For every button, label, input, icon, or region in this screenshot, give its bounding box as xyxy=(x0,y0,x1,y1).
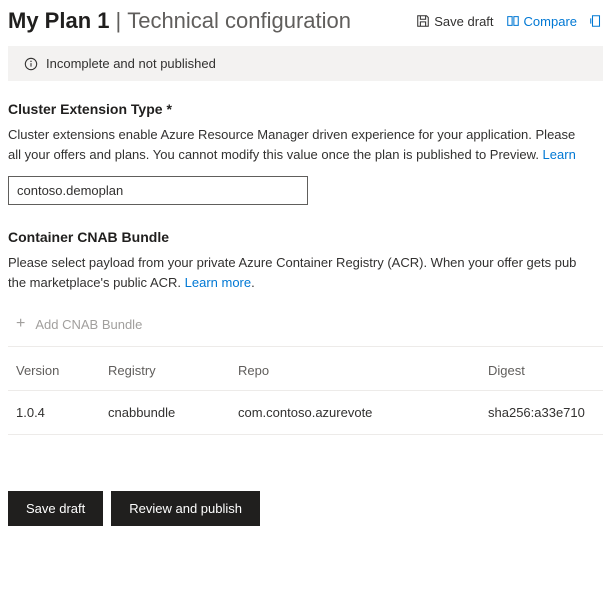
page-title: Technical configuration xyxy=(127,8,351,34)
action-icon xyxy=(589,14,603,28)
save-draft-header-button[interactable]: Save draft xyxy=(416,14,493,29)
col-version: Version xyxy=(8,349,108,391)
title-divider: | xyxy=(115,8,121,34)
save-icon xyxy=(416,14,430,28)
save-draft-button[interactable]: Save draft xyxy=(8,491,103,526)
cell-repo: com.contoso.azurevote xyxy=(238,391,488,435)
cluster-extension-type-input[interactable] xyxy=(8,176,308,205)
table-row: 1.0.4 cnabbundle com.contoso.azurevote s… xyxy=(8,391,603,435)
cluster-ext-heading: Cluster Extension Type * xyxy=(8,101,603,117)
cnab-learn-link[interactable]: Learn more xyxy=(185,275,251,290)
compare-button[interactable]: Compare xyxy=(506,14,577,29)
add-cnab-bundle-button[interactable]: + Add CNAB Bundle xyxy=(8,304,603,347)
page-header: My Plan 1 | Technical configuration Save… xyxy=(0,0,611,42)
header-actions: Save draft Compare xyxy=(416,14,603,29)
col-registry: Registry xyxy=(108,349,238,391)
plus-icon: + xyxy=(16,316,25,332)
status-banner: Incomplete and not published xyxy=(8,46,603,81)
truncated-action[interactable] xyxy=(589,14,603,28)
cell-registry: cnabbundle xyxy=(108,391,238,435)
col-repo: Repo xyxy=(238,349,488,391)
required-indicator: * xyxy=(166,101,171,117)
cnab-heading: Container CNAB Bundle xyxy=(8,229,603,245)
add-cnab-label: Add CNAB Bundle xyxy=(35,317,142,332)
info-icon xyxy=(24,57,38,71)
cluster-ext-desc: Cluster extensions enable Azure Resource… xyxy=(8,125,603,164)
breadcrumb: My Plan 1 | Technical configuration xyxy=(8,8,416,34)
cell-version: 1.0.4 xyxy=(8,391,108,435)
status-text: Incomplete and not published xyxy=(46,56,216,71)
col-digest: Digest xyxy=(488,349,603,391)
cnab-table: Version Registry Repo Digest 1.0.4 cnabb… xyxy=(8,349,603,435)
compare-icon xyxy=(506,14,520,28)
footer-actions: Save draft Review and publish xyxy=(0,491,611,526)
compare-label: Compare xyxy=(524,14,577,29)
save-draft-header-label: Save draft xyxy=(434,14,493,29)
review-publish-button[interactable]: Review and publish xyxy=(111,491,260,526)
table-header-row: Version Registry Repo Digest xyxy=(8,349,603,391)
plan-name: My Plan 1 xyxy=(8,8,109,34)
cluster-learn-link[interactable]: Learn xyxy=(543,147,576,162)
cnab-desc: Please select payload from your private … xyxy=(8,253,603,292)
cell-digest: sha256:a33e710 xyxy=(488,391,603,435)
